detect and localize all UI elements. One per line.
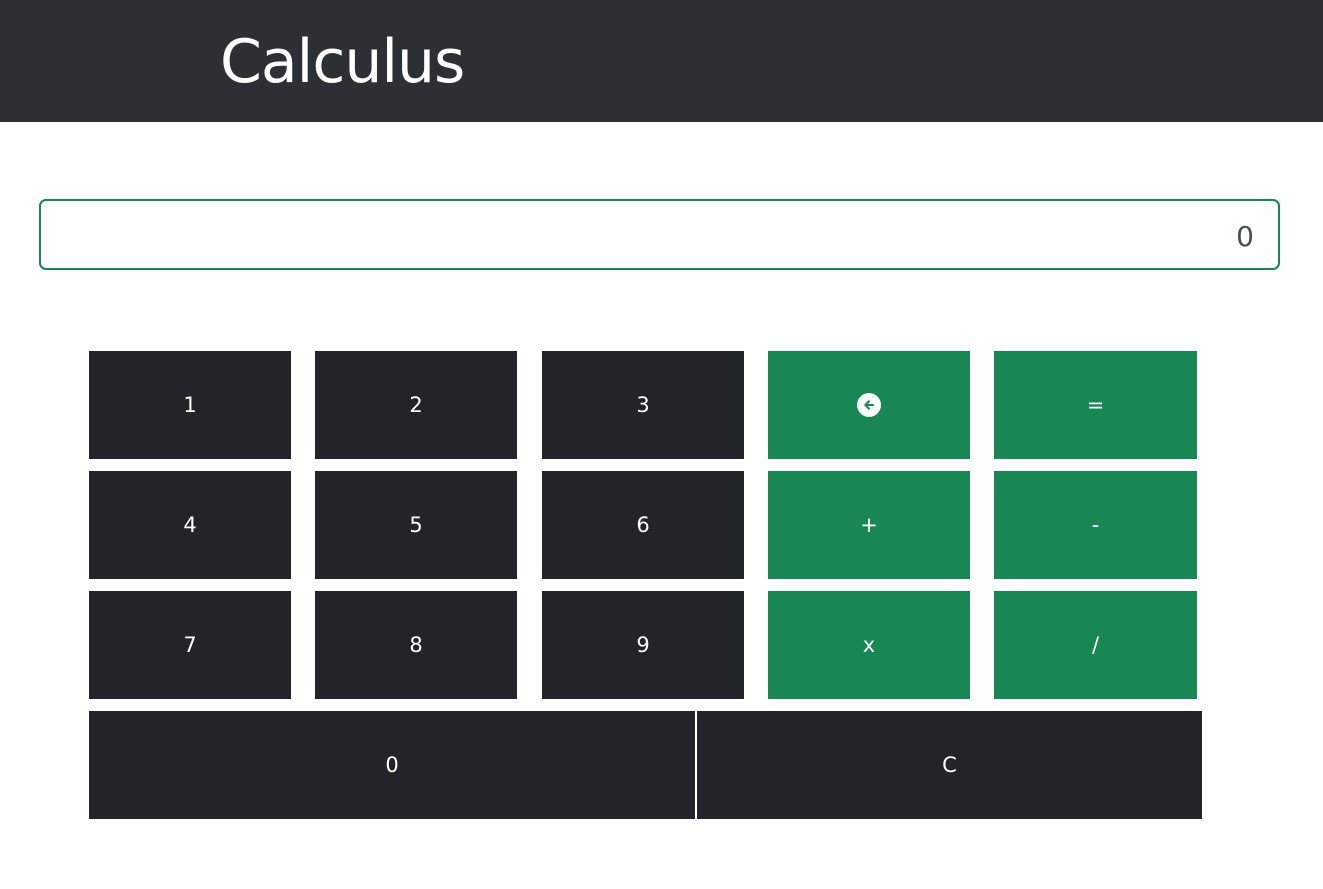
app-header: Calculus: [0, 0, 1323, 122]
key-7-button[interactable]: 7: [89, 591, 291, 699]
key-5-button[interactable]: 5: [315, 471, 517, 579]
backspace-button[interactable]: [768, 351, 970, 459]
divide-button[interactable]: /: [994, 591, 1197, 699]
key-8-button[interactable]: 8: [315, 591, 517, 699]
clear-button[interactable]: C: [697, 711, 1202, 819]
key-0-button[interactable]: 0: [89, 711, 695, 819]
key-2-button[interactable]: 2: [315, 351, 517, 459]
arrow-left-circle-icon: [857, 393, 881, 417]
calculator-display: 0: [39, 199, 1280, 270]
key-9-button[interactable]: 9: [542, 591, 744, 699]
plus-button[interactable]: +: [768, 471, 970, 579]
equals-button[interactable]: =: [994, 351, 1197, 459]
key-6-button[interactable]: 6: [542, 471, 744, 579]
key-3-button[interactable]: 3: [542, 351, 744, 459]
multiply-button[interactable]: x: [768, 591, 970, 699]
key-4-button[interactable]: 4: [89, 471, 291, 579]
app-title: Calculus: [220, 27, 465, 97]
key-1-button[interactable]: 1: [89, 351, 291, 459]
minus-button[interactable]: -: [994, 471, 1197, 579]
display-value: 0: [1236, 220, 1254, 253]
